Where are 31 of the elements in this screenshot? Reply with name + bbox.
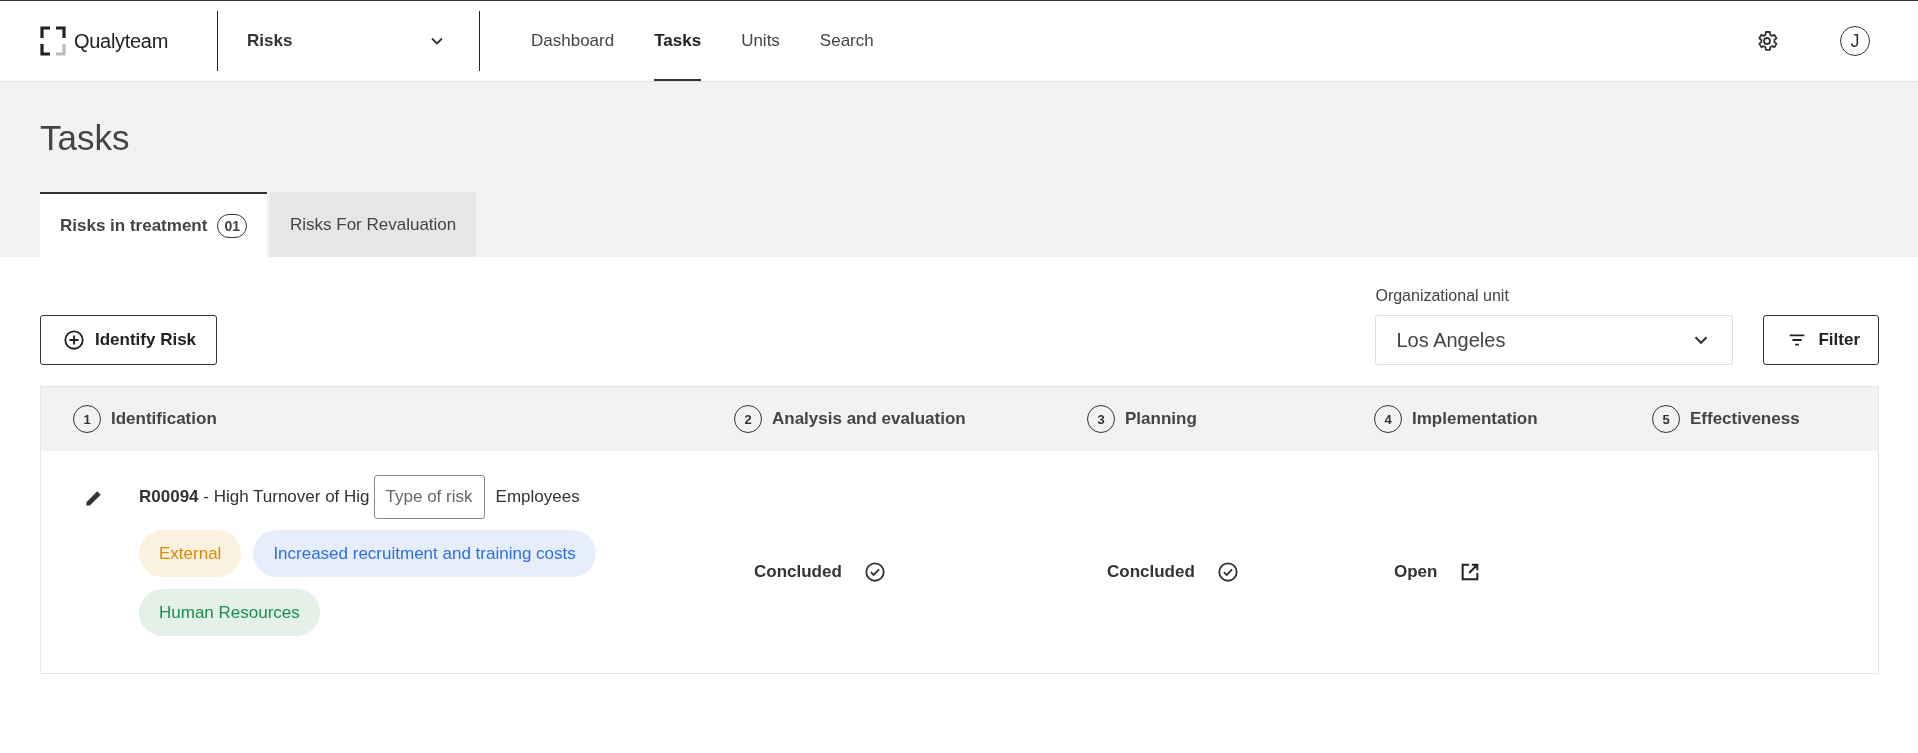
risk-title[interactable]: R00094 - High Turnover of Hig (139, 487, 370, 507)
module-select[interactable]: Risks (247, 31, 447, 51)
column-header: Effectiveness (1690, 409, 1800, 429)
settings-icon[interactable] (1755, 29, 1779, 53)
logo-text: Qualyteam (74, 29, 168, 53)
tag: External (139, 530, 242, 577)
tooltip: Type of risk (373, 475, 485, 519)
check-circle-icon (863, 561, 886, 583)
column-header: Planning (1125, 409, 1197, 429)
page-title: Tasks (40, 117, 131, 159)
column-header: Analysis and evaluation (772, 409, 966, 429)
identify-risk-button[interactable]: Identify Risk (40, 315, 218, 365)
check-circle-icon (1216, 561, 1239, 583)
column-header: Implementation (1412, 409, 1538, 429)
nav-link[interactable]: Dashboard (531, 1, 615, 81)
tab[interactable]: Risks in treatment 01 (40, 192, 267, 257)
field-label: Organizational unit (1375, 287, 1510, 305)
column-header: Identification (111, 409, 217, 429)
tag: Human Resources (139, 589, 320, 636)
nav-link[interactable]: Units (741, 1, 780, 81)
filter-button[interactable]: Filter (1763, 315, 1879, 365)
logo-icon (40, 26, 66, 56)
nav-link[interactable]: Search (819, 1, 874, 81)
status-text: Concluded (1107, 562, 1195, 582)
status-text: Concluded (754, 562, 842, 582)
status-text: Open (1394, 562, 1438, 582)
org-unit-select[interactable]: Los Angeles (1375, 315, 1734, 365)
tag: Increased recruitment and training costs (253, 530, 596, 577)
risk-title[interactable]: Employees (495, 487, 580, 507)
tab[interactable]: Risks For Revaluation (269, 192, 477, 257)
plus-circle-icon (63, 329, 85, 351)
